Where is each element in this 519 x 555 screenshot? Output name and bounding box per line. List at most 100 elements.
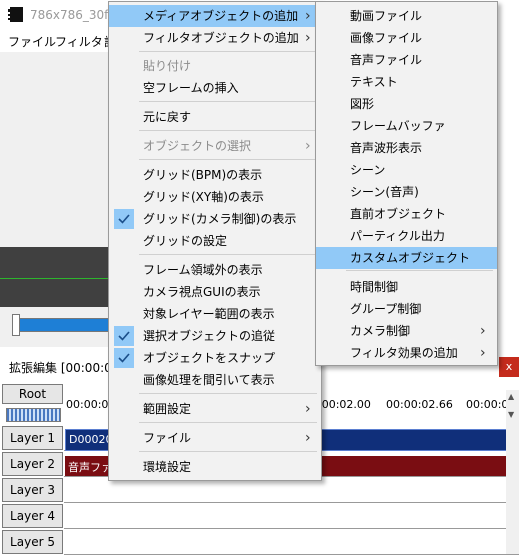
- layer-1-label[interactable]: Layer 1: [2, 426, 63, 450]
- context-menu-item-label: 選択オブジェクトの追従: [143, 329, 276, 343]
- context-menu-item[interactable]: 空フレームの挿入: [109, 77, 321, 99]
- context-menu-item: オブジェクトの選択 ›: [109, 135, 321, 157]
- layer-3-label[interactable]: Layer 3: [2, 478, 63, 502]
- layer-5-label[interactable]: Layer 5: [2, 530, 63, 554]
- context-menu-item-label: グリッド(BPM)の表示: [143, 168, 263, 182]
- layer-4-row[interactable]: [64, 503, 519, 529]
- submenu-item[interactable]: カメラ制御 ›: [316, 320, 497, 342]
- submenu-item-label: グループ制御: [350, 302, 422, 316]
- context-menu-item-label: 空フレームの挿入: [143, 81, 239, 95]
- submenu-item[interactable]: フレームバッファ: [316, 115, 497, 137]
- submenu-item[interactable]: 画像ファイル: [316, 27, 497, 49]
- submenu-arrow-icon: ›: [480, 345, 486, 361]
- layer-5-row[interactable]: [64, 529, 519, 555]
- root-button[interactable]: Root: [2, 384, 63, 404]
- submenu-arrow-icon: ›: [305, 8, 311, 24]
- video-clip-label: D00020: [69, 433, 113, 446]
- context-menu-item[interactable]: 対象レイヤー範囲の表示: [109, 303, 321, 325]
- checkmark-icon: [114, 209, 134, 229]
- zoom-scale-bar[interactable]: [6, 408, 61, 422]
- context-menu-item[interactable]: オブジェクトをスナップ: [109, 347, 321, 369]
- context-menu-item-label: 環境設定: [143, 460, 192, 474]
- submenu-item[interactable]: カスタムオブジェクト: [316, 247, 497, 269]
- context-menu-item[interactable]: グリッド(BPM)の表示: [109, 164, 321, 186]
- scroll-up-icon[interactable]: ▲: [508, 392, 514, 401]
- submenu-item[interactable]: 動画ファイル: [316, 5, 497, 27]
- menu-separator: [139, 101, 317, 102]
- context-menu-item[interactable]: 範囲設定 ›: [109, 398, 321, 420]
- context-menu-item[interactable]: メディアオブジェクトの追加 ›: [109, 5, 321, 27]
- ext-edit-title: 拡張編集 [00:00:00.: [9, 361, 124, 375]
- context-menu-item-label: オブジェクトの選択: [143, 139, 252, 153]
- seek-bar[interactable]: [16, 318, 112, 332]
- ruler-tick: 00:00:0: [466, 398, 509, 411]
- submenu-arrow-icon: ›: [305, 401, 311, 417]
- submenu-item-label: シーン: [350, 163, 386, 177]
- submenu-item[interactable]: フィルタ効果の追加 ›: [316, 342, 497, 364]
- menu-separator: [346, 270, 493, 271]
- submenu-item-label: 図形: [350, 97, 375, 111]
- context-menu-item[interactable]: グリッド(カメラ制御)の表示: [109, 208, 321, 230]
- context-menu-item[interactable]: フレーム領域外の表示: [109, 259, 321, 281]
- submenu-item-label: カメラ制御: [350, 324, 411, 338]
- submenu-arrow-icon: ›: [480, 323, 486, 339]
- submenu-arrow-icon: ›: [305, 138, 311, 154]
- preview-area: [0, 52, 110, 247]
- submenu-item[interactable]: パーティクル出力: [316, 225, 497, 247]
- ruler-tick: 00:00:02.66: [386, 398, 453, 411]
- submenu-item[interactable]: シーン: [316, 159, 497, 181]
- timeline-scrollbar[interactable]: ▲ ▼: [506, 390, 519, 554]
- submenu-item-label: 画像ファイル: [350, 31, 423, 45]
- menu-separator: [139, 422, 317, 423]
- submenu-item[interactable]: 直前オブジェクト: [316, 203, 497, 225]
- context-menu-item-label: ファイル: [143, 431, 192, 445]
- context-menu-item[interactable]: 環境設定: [109, 456, 321, 478]
- submenu-item[interactable]: 音声波形表示: [316, 137, 497, 159]
- media-object-submenu: 動画ファイル 画像ファイル 音声ファイル テキスト図形フレームバッファ 音声波形表示シー…: [315, 1, 498, 366]
- context-menu-item[interactable]: グリッド(XY軸)の表示: [109, 186, 321, 208]
- context-menu-item[interactable]: 元に戻す: [109, 106, 321, 128]
- submenu-item-label: テキスト: [350, 75, 398, 89]
- submenu-item-label: 音声ファイル: [350, 53, 423, 67]
- context-menu-item[interactable]: ファイル ›: [109, 427, 321, 449]
- submenu-arrow-icon: ›: [305, 30, 311, 46]
- context-menu-item[interactable]: 選択オブジェクトの追従: [109, 325, 321, 347]
- checkmark-icon: [114, 326, 134, 346]
- app-film-icon: [8, 7, 23, 22]
- menubar-file[interactable]: ファイル: [8, 33, 56, 50]
- context-menu-item-label: オブジェクトをスナップ: [143, 351, 276, 365]
- submenu-item-label: パーティクル出力: [350, 229, 445, 243]
- menubar-filter[interactable]: フィルタ: [55, 33, 103, 50]
- waveform-centerline: [0, 278, 110, 279]
- submenu-item[interactable]: シーン(音声): [316, 181, 497, 203]
- context-menu: メディアオブジェクトの追加 › フィルタオブジェクトの追加 › 貼り付け 空フレームの挿入…: [108, 1, 322, 481]
- scroll-down-icon[interactable]: ▼: [508, 410, 514, 419]
- submenu-item[interactable]: 図形: [316, 93, 497, 115]
- ruler-tick: :00:02.00: [318, 398, 371, 411]
- context-menu-item[interactable]: フィルタオブジェクトの追加 ›: [109, 27, 321, 49]
- submenu-item[interactable]: グループ制御: [316, 298, 497, 320]
- context-menu-item[interactable]: カメラ視点GUIの表示: [109, 281, 321, 303]
- submenu-item[interactable]: 音声ファイル: [316, 49, 497, 71]
- layer-2-label[interactable]: Layer 2: [2, 452, 63, 476]
- submenu-item-label: カスタムオブジェクト: [350, 251, 471, 265]
- context-menu-item[interactable]: グリッドの設定: [109, 230, 321, 252]
- context-menu-item-label: グリッドの設定: [143, 234, 228, 248]
- submenu-item-label: シーン(音声): [350, 185, 419, 199]
- submenu-item[interactable]: 時間制御: [316, 276, 497, 298]
- seek-handle[interactable]: [12, 314, 20, 336]
- menu-separator: [139, 451, 317, 452]
- context-menu-item-label: 貼り付け: [143, 59, 192, 73]
- audio-clip-label: 音声ファ: [68, 461, 112, 474]
- context-menu-item-label: グリッド(カメラ制御)の表示: [143, 212, 297, 226]
- context-menu-item-label: 画像処理を間引いて表示: [143, 373, 275, 387]
- context-menu-item[interactable]: 画像処理を間引いて表示: [109, 369, 321, 391]
- context-menu-item-label: メディアオブジェクトの追加: [143, 9, 299, 23]
- context-menu-item-label: 元に戻す: [143, 110, 192, 124]
- submenu-item[interactable]: テキスト: [316, 71, 497, 93]
- context-menu-item-label: グリッド(XY軸)の表示: [143, 190, 264, 204]
- layer-4-label[interactable]: Layer 4: [2, 504, 63, 528]
- close-button[interactable]: x: [499, 357, 519, 377]
- submenu-item-label: 動画ファイル: [350, 9, 423, 23]
- menu-separator: [139, 51, 317, 52]
